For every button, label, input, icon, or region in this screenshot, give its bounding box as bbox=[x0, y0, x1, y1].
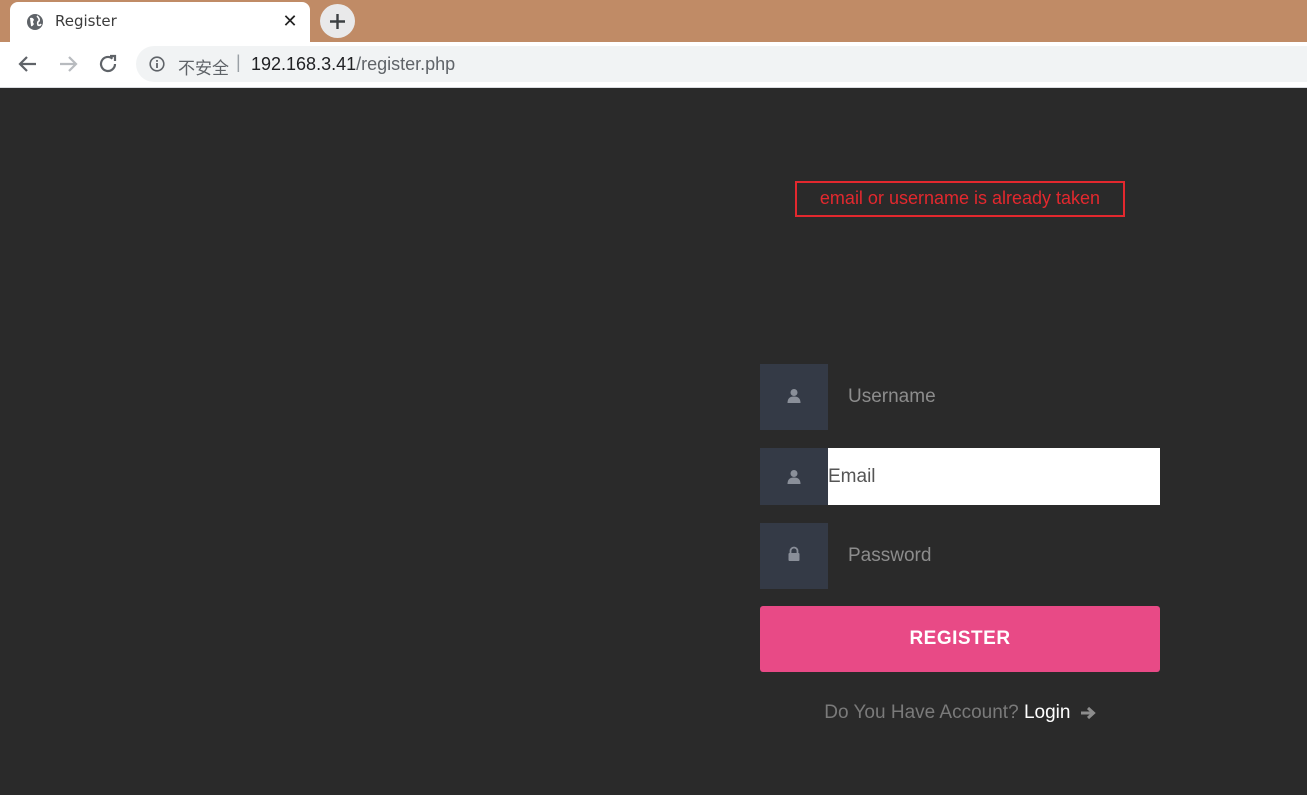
login-link[interactable]: Login bbox=[1024, 702, 1071, 723]
email-field: Email bbox=[760, 448, 1160, 505]
user-icon bbox=[787, 470, 801, 484]
close-icon[interactable]: ✕ bbox=[280, 11, 300, 31]
arrow-right-icon[interactable] bbox=[1080, 706, 1096, 720]
email-icon-box bbox=[760, 448, 828, 505]
account-question: Do You Have Account? bbox=[824, 702, 1019, 723]
register-button[interactable]: REGISTER bbox=[760, 606, 1160, 672]
url-text[interactable]: 192.168.3.41/register.php bbox=[251, 54, 455, 75]
password-input[interactable]: Password bbox=[828, 523, 1160, 589]
login-prompt: Do You Have Account? Login bbox=[760, 702, 1160, 724]
error-message: email or username is already taken bbox=[795, 181, 1125, 217]
password-icon-box bbox=[760, 523, 828, 589]
url-path: /register.php bbox=[356, 54, 456, 74]
reload-icon[interactable] bbox=[96, 52, 120, 76]
forward-arrow-icon[interactable] bbox=[56, 52, 80, 76]
user-icon bbox=[787, 389, 801, 403]
lock-icon bbox=[788, 546, 800, 561]
browser-tabstrip: Register ✕ bbox=[0, 0, 1307, 42]
username-icon-box bbox=[760, 364, 828, 430]
url-host: 192.168.3.41 bbox=[251, 54, 357, 74]
plus-icon bbox=[330, 14, 345, 29]
tab-title: Register bbox=[55, 12, 117, 30]
page-content: email or username is already taken Usern… bbox=[0, 89, 1307, 795]
password-field: Password bbox=[760, 523, 1160, 589]
security-label[interactable]: 不安全 bbox=[178, 54, 229, 79]
email-input[interactable]: Email bbox=[828, 448, 1160, 505]
username-field: Username bbox=[760, 364, 1160, 430]
url-separator: | bbox=[236, 52, 241, 72]
address-bar[interactable]: 不安全 | 192.168.3.41/register.php bbox=[136, 46, 1307, 82]
browser-toolbar: 不安全 | 192.168.3.41/register.php bbox=[0, 42, 1307, 88]
new-tab-button[interactable] bbox=[320, 4, 355, 38]
browser-tab[interactable]: Register ✕ bbox=[10, 2, 310, 42]
username-input[interactable]: Username bbox=[828, 364, 1160, 430]
globe-icon bbox=[27, 14, 43, 30]
back-arrow-icon[interactable] bbox=[16, 52, 40, 76]
info-icon[interactable] bbox=[149, 56, 165, 72]
